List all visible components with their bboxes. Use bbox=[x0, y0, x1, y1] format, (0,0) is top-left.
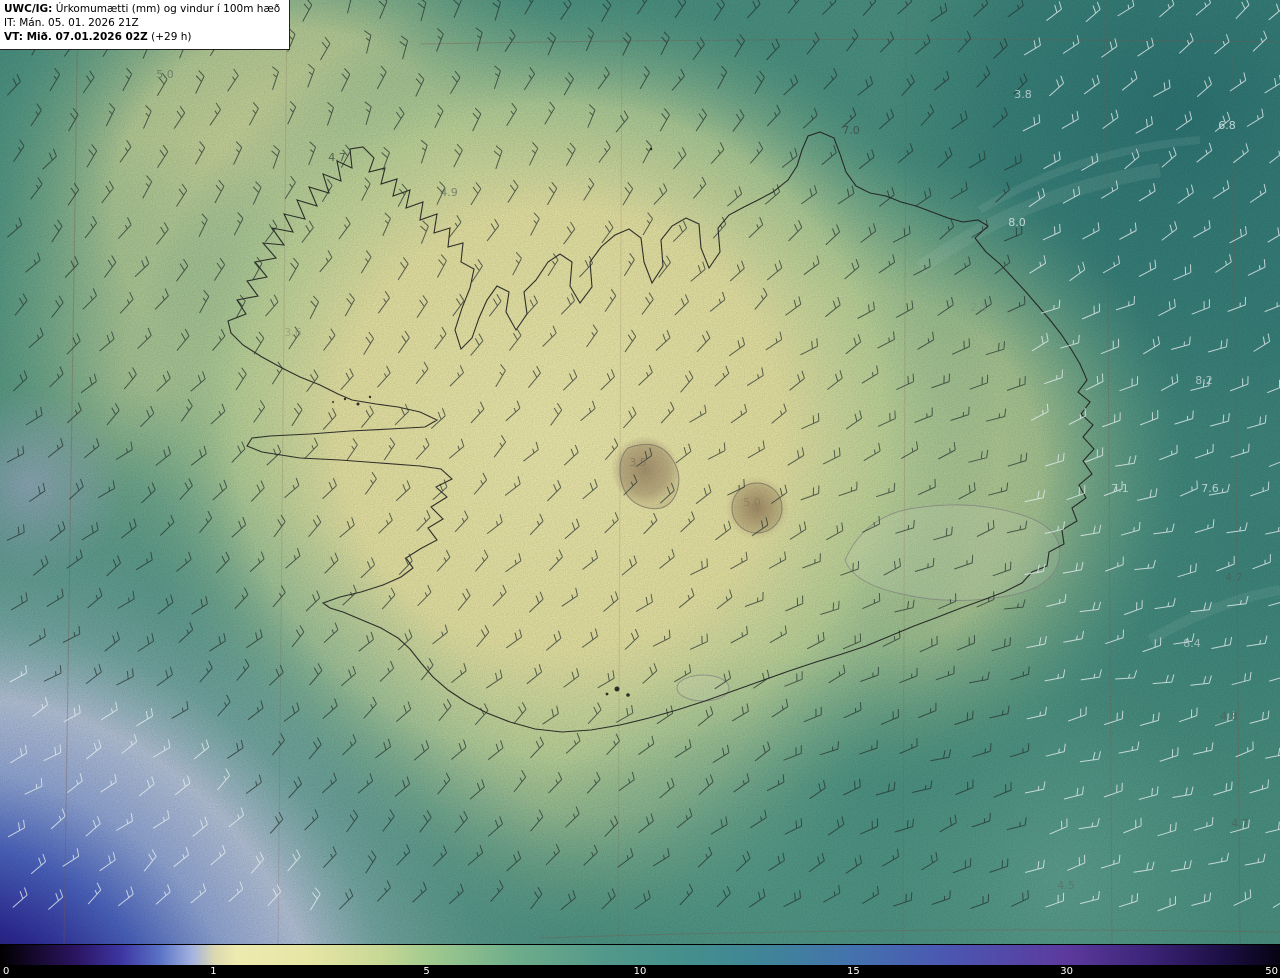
field-value-label: 3.5 bbox=[629, 456, 647, 469]
field-value-label: 4.8 bbox=[1220, 710, 1238, 723]
field-value-label: 7.6 bbox=[1201, 482, 1219, 495]
field-value-label: 5.0 bbox=[156, 68, 174, 81]
title-text: Úrkomumætti (mm) og vindur í 100m hæð bbox=[52, 3, 280, 15]
weather-forecast-map: 5.0 4.7 4.9 7.0 3.8 6.8 8.0 2.1 3.6 8.2 3.5 5.0 7.1 7… bbox=[0, 0, 1280, 978]
valid-time-offset: (+29 h) bbox=[148, 31, 192, 43]
field-value-label: 3.8 bbox=[1014, 88, 1032, 101]
init-time-line: IT: Mán. 05. 01. 2026 21Z bbox=[4, 17, 280, 31]
field-value-label: 4.7 bbox=[1225, 571, 1243, 584]
colorbar: 01510153050 bbox=[0, 944, 1280, 978]
field-value-label: 3.6 bbox=[284, 326, 302, 339]
colorbar-tick-row: 01510153050 bbox=[0, 965, 1280, 978]
map-canvas: 5.0 4.7 4.9 7.0 3.8 6.8 8.0 2.1 3.6 8.2 3.5 5.0 7.1 7… bbox=[0, 0, 1280, 944]
title-box: UWC/IG: Úrkomumætti (mm) og vindur í 100… bbox=[0, 0, 290, 50]
colorbar-tick: 0 bbox=[3, 965, 9, 978]
colorbar-gradient bbox=[0, 944, 1280, 965]
field-value-label: 4.5 bbox=[1057, 879, 1075, 892]
colorbar-tick: 1 bbox=[210, 965, 216, 978]
field-value-label: 5.0 bbox=[743, 496, 761, 509]
field-value-label: 4.7 bbox=[328, 151, 346, 164]
model-label: UWC/IG: bbox=[4, 3, 52, 15]
field-value-label: 4.9 bbox=[440, 186, 458, 199]
valid-time-line: VT: Mið. 07.01.2026 02Z (+29 h) bbox=[4, 31, 280, 45]
field-value-label: 4.7 bbox=[1231, 817, 1249, 830]
field-value-label: 7.0 bbox=[842, 124, 860, 137]
field-value-label: 8.0 bbox=[1008, 216, 1026, 229]
field-value-label: 8.2 bbox=[1195, 374, 1213, 387]
colorbar-tick: 50 bbox=[1265, 965, 1278, 978]
colorbar-tick: 5 bbox=[423, 965, 429, 978]
field-value-label: 8.4 bbox=[1183, 637, 1201, 650]
field-value-label: 7.1 bbox=[1111, 482, 1129, 495]
field-value-label: 2.1 bbox=[970, 301, 988, 314]
colorbar-tick: 15 bbox=[847, 965, 860, 978]
field-value-label: 6.8 bbox=[1218, 119, 1236, 132]
valid-time-label: VT: Mið. 07.01.2026 02Z bbox=[4, 31, 148, 43]
colorbar-tick: 30 bbox=[1060, 965, 1073, 978]
title-line: UWC/IG: Úrkomumætti (mm) og vindur í 100… bbox=[4, 3, 280, 17]
colorbar-tick: 10 bbox=[634, 965, 647, 978]
